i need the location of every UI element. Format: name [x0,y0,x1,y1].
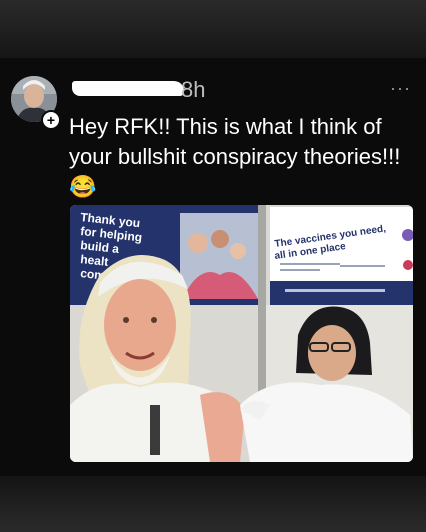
plus-icon: + [46,112,56,128]
post-caption: Hey RFK!! This is what I think of your b… [69,114,401,199]
follow-button[interactable]: + [41,110,61,130]
sunglasses [150,405,160,455]
bottom-blur-band [0,476,426,532]
username-redaction [72,81,184,96]
pharmacist-face [308,325,356,381]
top-blur-band [0,0,426,58]
vaccination-photo: Thank you for helping build a healt com … [70,205,413,462]
post-image[interactable]: Thank you for helping build a healt com … [70,205,413,462]
more-options-icon[interactable]: ··· [390,78,411,99]
post-timestamp: 8h [181,77,206,102]
